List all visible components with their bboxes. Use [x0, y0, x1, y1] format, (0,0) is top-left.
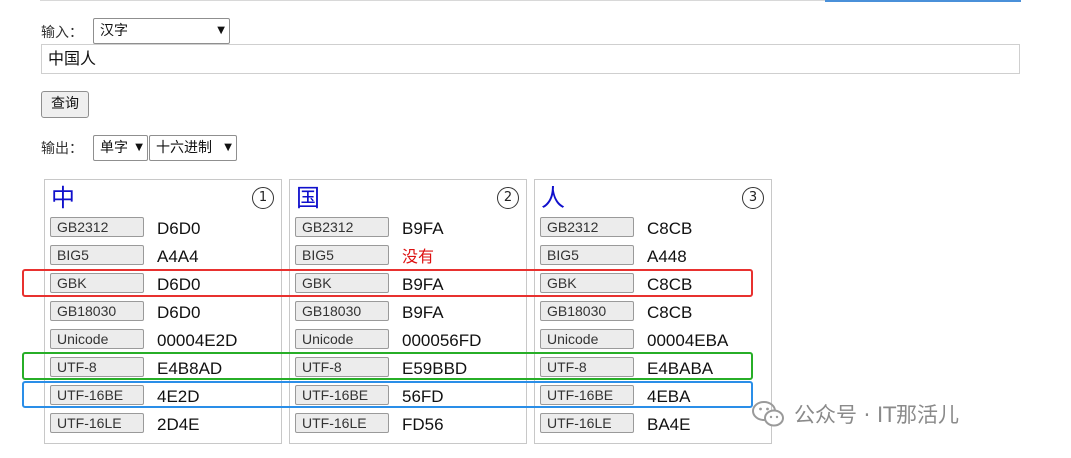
encoding-row: GB18030 C8CB	[540, 300, 770, 324]
encoding-row: GB2312 C8CB	[540, 216, 770, 240]
encoding-name-badge: BIG5	[540, 245, 634, 265]
encoding-row: GB2312 D6D0	[50, 216, 280, 240]
input-label: 输入：	[41, 25, 83, 41]
encoding-name-badge: GB18030	[540, 301, 634, 321]
encoding-value: B9FA	[402, 219, 444, 238]
input-type-select[interactable]: 汉字 ▼	[93, 18, 230, 44]
encoding-name-badge: UTF-16LE	[50, 413, 144, 433]
encoding-row: BIG5 A4A4	[50, 244, 280, 268]
encoding-value: A448	[647, 247, 687, 266]
text-input-value: 中国人	[48, 49, 97, 68]
top-accent-bar	[825, 0, 1021, 2]
card-index-badge: 1	[252, 187, 274, 209]
encoding-value: C8CB	[647, 219, 693, 238]
chevron-down-icon: ▼	[135, 142, 143, 153]
encoding-name-badge: Unicode	[540, 329, 634, 349]
encoding-name-badge: BIG5	[295, 245, 389, 265]
encoding-row: BIG5 没有	[295, 244, 525, 268]
encoding-value: B9FA	[402, 303, 444, 322]
encoding-name-badge: Unicode	[295, 329, 389, 349]
encoding-row: GB18030 B9FA	[295, 300, 525, 324]
encoding-row: BIG5 A448	[540, 244, 770, 268]
encoding-name-badge: GB2312	[295, 217, 389, 237]
encoding-row: UTF-16LE BA4E	[540, 412, 770, 436]
text-input[interactable]: 中国人	[41, 44, 1020, 74]
encoding-value: FD56	[402, 415, 444, 434]
watermark-text: 公众号 · IT那活儿	[794, 403, 960, 427]
encoding-value: 00004EBA	[647, 331, 729, 350]
card-character: 中	[51, 184, 75, 212]
encoding-value: A4A4	[157, 247, 199, 266]
encoding-row: UTF-16LE 2D4E	[50, 412, 280, 436]
card-index-badge: 3	[742, 187, 764, 209]
encoding-value: D6D0	[157, 219, 201, 238]
card-character: 人	[541, 184, 565, 212]
encoding-row: GB18030 D6D0	[50, 300, 280, 324]
wechat-icon	[752, 400, 784, 428]
query-button[interactable]: 查询	[41, 91, 89, 118]
chevron-down-icon: ▼	[224, 142, 232, 153]
encoding-value: BA4E	[647, 415, 691, 434]
encoding-name-badge: BIG5	[50, 245, 144, 265]
encoding-value: 2D4E	[157, 415, 200, 434]
encoding-value: C8CB	[647, 303, 693, 322]
encoding-row: UTF-16LE FD56	[295, 412, 525, 436]
encoding-row: Unicode 000056FD	[295, 328, 525, 352]
output-mode-value: 单字	[100, 140, 128, 156]
encoding-row: Unicode 00004EBA	[540, 328, 770, 352]
encoding-name-badge: GB2312	[540, 217, 634, 237]
encoding-value: 00004E2D	[157, 331, 238, 350]
encoding-value: 000056FD	[402, 331, 482, 350]
encoding-name-badge: Unicode	[50, 329, 144, 349]
encoding-name-badge: GB18030	[50, 301, 144, 321]
encoding-value: D6D0	[157, 303, 201, 322]
card-index-badge: 2	[497, 187, 519, 209]
watermark: 公众号 · IT那活儿	[752, 396, 959, 432]
output-format-value: 十六进制	[156, 140, 212, 156]
card-character: 国	[296, 184, 320, 212]
gbk-highlight-box	[22, 269, 753, 297]
encoding-name-badge: GB18030	[295, 301, 389, 321]
encoding-name-badge: GB2312	[50, 217, 144, 237]
utf16be-highlight-box	[22, 381, 753, 408]
encoding-row: GB2312 B9FA	[295, 216, 525, 240]
encoding-value: 没有	[402, 247, 435, 266]
chevron-down-icon: ▼	[217, 25, 225, 36]
output-mode-select[interactable]: 单字 ▼	[93, 135, 148, 161]
encoding-row: Unicode 00004E2D	[50, 328, 280, 352]
output-format-select[interactable]: 十六进制 ▼	[149, 135, 237, 161]
encoding-name-badge: UTF-16LE	[295, 413, 389, 433]
encoding-name-badge: UTF-16LE	[540, 413, 634, 433]
input-type-value: 汉字	[100, 23, 128, 39]
utf8-highlight-box	[22, 352, 753, 380]
output-label: 输出：	[41, 141, 83, 157]
